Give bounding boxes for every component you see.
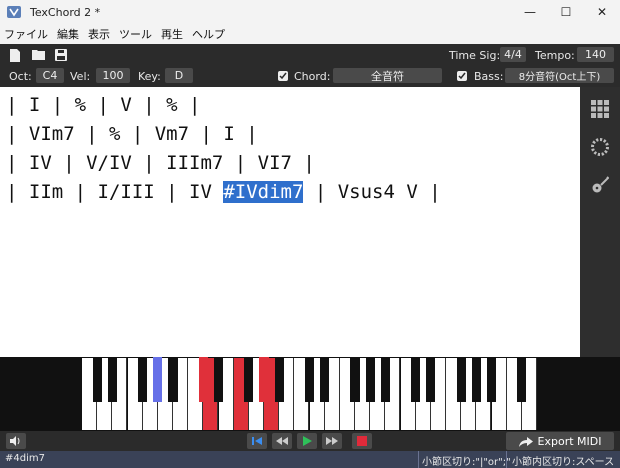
transport-bar: Export MIDI bbox=[0, 431, 620, 451]
black-key[interactable] bbox=[168, 357, 178, 402]
tempo-field[interactable]: 140 bbox=[577, 47, 614, 62]
open-folder-icon[interactable] bbox=[32, 48, 46, 62]
status-bar: #4dim7 小節区切り:"|"or";" 小節内区切り:スペース bbox=[0, 451, 620, 468]
black-key[interactable] bbox=[380, 357, 390, 402]
stop-button[interactable] bbox=[352, 433, 372, 449]
menu-tools[interactable]: ツール bbox=[119, 26, 152, 42]
piano-keys bbox=[82, 357, 537, 431]
rewind-button[interactable] bbox=[272, 433, 292, 449]
editor-line: | IV | V/IV | IIIm7 | VI7 | bbox=[6, 152, 315, 174]
black-key[interactable] bbox=[426, 357, 436, 402]
black-key[interactable] bbox=[274, 357, 284, 402]
black-key[interactable] bbox=[107, 357, 117, 402]
selected-chord: #IVdim7 bbox=[223, 181, 304, 203]
black-key[interactable] bbox=[153, 357, 163, 402]
bass-checkbox[interactable] bbox=[457, 71, 467, 81]
piano-keyboard bbox=[0, 357, 620, 431]
title-bar: TexChord 2 * — ☐ ✕ bbox=[0, 0, 620, 24]
menu-file[interactable]: ファイル bbox=[4, 26, 48, 42]
status-bar-separator-hint: 小節区切り:"|"or";" bbox=[422, 457, 511, 468]
chord-label: Chord: bbox=[294, 70, 331, 83]
key-label: Key: bbox=[138, 70, 161, 83]
grid-icon[interactable] bbox=[590, 99, 610, 119]
black-key[interactable] bbox=[517, 357, 527, 402]
close-button[interactable]: ✕ bbox=[584, 0, 620, 24]
guitar-icon[interactable] bbox=[590, 175, 610, 195]
status-current-chord: #4dim7 bbox=[5, 453, 45, 464]
circle-of-fifths-icon[interactable] bbox=[590, 137, 610, 157]
black-key[interactable] bbox=[320, 357, 330, 402]
status-beat-separator-hint: 小節内区切り:スペース bbox=[512, 457, 615, 468]
fast-forward-button[interactable] bbox=[322, 433, 342, 449]
window-title: TexChord 2 * bbox=[30, 5, 101, 19]
bass-label: Bass: bbox=[474, 70, 504, 83]
black-key[interactable] bbox=[138, 357, 148, 402]
black-key[interactable] bbox=[471, 357, 481, 402]
menu-help[interactable]: ヘルプ bbox=[192, 26, 225, 42]
chord-editor[interactable]: | I | % | V | % | | VIm7 | % | Vm7 | I |… bbox=[0, 87, 580, 357]
editor-line: | VIm7 | % | Vm7 | I | bbox=[6, 123, 258, 145]
file-toolbar: Time Sig: 4/4 Tempo: 140 bbox=[0, 44, 620, 66]
rewind-start-button[interactable] bbox=[247, 433, 267, 449]
menu-edit[interactable]: 編集 bbox=[57, 26, 79, 42]
menu-play[interactable]: 再生 bbox=[161, 26, 183, 42]
export-midi-button[interactable]: Export MIDI bbox=[506, 432, 614, 450]
export-midi-label: Export MIDI bbox=[537, 434, 602, 448]
black-key[interactable] bbox=[456, 357, 466, 402]
black-key[interactable] bbox=[198, 357, 208, 402]
black-key[interactable] bbox=[411, 357, 421, 402]
minimize-button[interactable]: — bbox=[512, 0, 548, 24]
export-icon bbox=[518, 436, 533, 447]
new-file-icon[interactable] bbox=[8, 48, 22, 62]
black-key[interactable] bbox=[259, 357, 269, 402]
key-field[interactable]: D bbox=[165, 68, 193, 83]
play-button[interactable] bbox=[297, 433, 317, 449]
velocity-label: Vel: bbox=[70, 70, 91, 83]
velocity-field[interactable]: 100 bbox=[96, 68, 130, 83]
save-icon[interactable] bbox=[54, 48, 68, 62]
black-key[interactable] bbox=[365, 357, 375, 402]
time-sig-field[interactable]: 4/4 bbox=[500, 47, 526, 62]
menu-bar: ファイル 編集 表示 ツール 再生 ヘルプ bbox=[0, 24, 620, 44]
black-key[interactable] bbox=[92, 357, 102, 402]
black-key[interactable] bbox=[486, 357, 497, 402]
editor-line: | IIm | I/III | IV #IVdim7 | Vsus4 V | bbox=[6, 181, 441, 203]
octave-field[interactable]: C4 bbox=[36, 68, 64, 83]
octave-label: Oct: bbox=[9, 70, 32, 83]
black-key[interactable] bbox=[244, 357, 254, 402]
chord-duration-field[interactable]: 全音符 bbox=[333, 68, 442, 83]
editor-line: | I | % | V | % | bbox=[6, 94, 201, 116]
black-key[interactable] bbox=[213, 357, 224, 402]
black-key[interactable] bbox=[350, 357, 360, 402]
bass-pattern-field[interactable]: 8分音符(Oct上下) bbox=[505, 68, 614, 83]
time-sig-label: Time Sig: bbox=[449, 49, 501, 62]
settings-toolbar: Oct: C4 Vel: 100 Key: D Chord: 全音符 Bass:… bbox=[0, 66, 620, 87]
chord-checkbox[interactable] bbox=[278, 71, 288, 81]
tempo-label: Tempo: bbox=[535, 49, 575, 62]
app-logo-icon bbox=[6, 4, 22, 20]
black-key[interactable] bbox=[304, 357, 315, 402]
side-panel bbox=[580, 87, 620, 357]
status-divider bbox=[506, 451, 507, 468]
volume-button[interactable] bbox=[6, 433, 26, 449]
status-divider bbox=[418, 451, 419, 468]
menu-view[interactable]: 表示 bbox=[88, 26, 110, 42]
maximize-button[interactable]: ☐ bbox=[548, 0, 584, 24]
